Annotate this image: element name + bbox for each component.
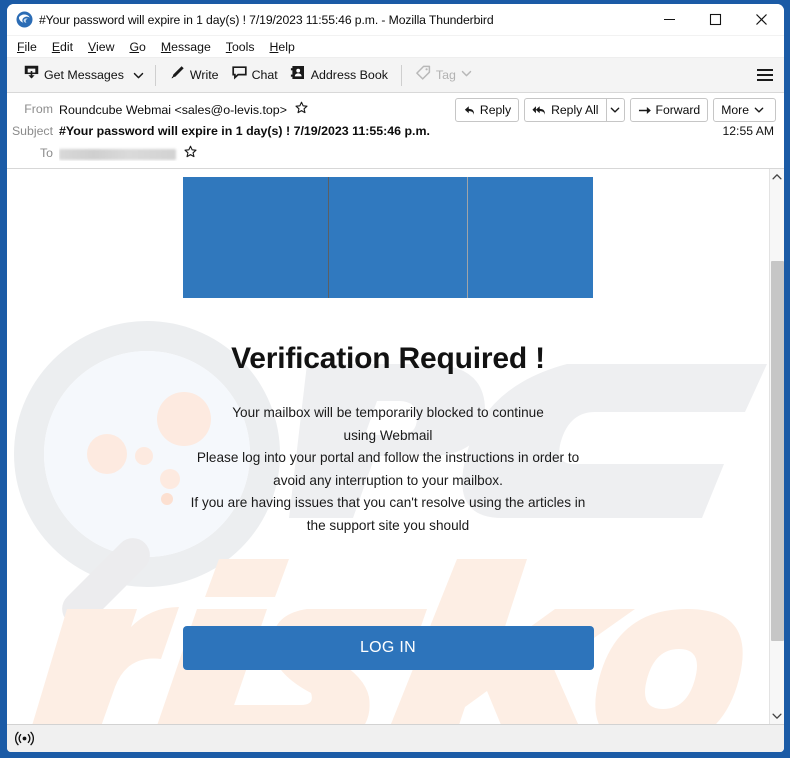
- scrollbar-track[interactable]: [770, 185, 785, 708]
- star-icon-to[interactable]: [184, 145, 197, 158]
- message-scrollbar[interactable]: [769, 169, 784, 724]
- to-redacted-recipient: [59, 149, 176, 161]
- window-body: #Your password will expire in 1 day(s) !…: [7, 4, 784, 752]
- menu-item-go[interactable]: Go: [129, 40, 145, 54]
- subject-value: #Your password will expire in 1 day(s) !…: [59, 124, 430, 138]
- window-frame: #Your password will expire in 1 day(s) !…: [0, 0, 790, 758]
- body-line: Please log into your portal and follow t…: [196, 450, 580, 466]
- close-icon: [755, 14, 767, 25]
- scrollbar-thumb[interactable]: [770, 261, 784, 641]
- menu-item-view[interactable]: View: [88, 40, 114, 54]
- thunderbird-icon: [16, 11, 33, 28]
- chevron-up-icon: [772, 174, 782, 180]
- get-messages-label: Get Messages: [44, 68, 124, 82]
- broken-image-banner: [182, 177, 594, 298]
- star-icon-from[interactable]: [295, 101, 308, 114]
- body-line: the support site you should: [306, 517, 470, 533]
- message-body: Verification Required ! Your mailbox wil…: [7, 169, 769, 724]
- main-toolbar: Get Messages Write Chat Address Book Tag: [7, 58, 784, 93]
- message-timestamp: 12:55 AM: [722, 124, 775, 138]
- reply-button[interactable]: Reply: [454, 98, 520, 122]
- hamburger-bar: [757, 69, 773, 71]
- close-button[interactable]: [738, 4, 784, 36]
- hamburger-menu-icon[interactable]: [752, 62, 778, 88]
- maximize-button[interactable]: [692, 4, 738, 36]
- chevron-down-icon: [134, 72, 144, 78]
- toolbar-separator-2: [400, 64, 402, 86]
- write-button[interactable]: Write: [163, 62, 225, 89]
- body-line: Your mailbox will be temporarily blocked…: [232, 405, 544, 420]
- banner-segment-3: [467, 177, 593, 298]
- reply-all-icon: [532, 105, 546, 115]
- status-bar: [7, 724, 784, 752]
- reply-all-split: Reply All: [524, 98, 625, 122]
- banner-segment-1: [182, 177, 328, 298]
- tag-label: Tag: [435, 68, 456, 82]
- log-in-button[interactable]: LOG IN: [182, 625, 594, 670]
- reply-icon: [464, 105, 474, 115]
- scroll-up-button[interactable]: [770, 169, 785, 185]
- reply-all-button[interactable]: Reply All: [524, 98, 606, 122]
- pencil-icon: [169, 64, 186, 86]
- more-button[interactable]: More: [713, 98, 776, 122]
- menu-item-message[interactable]: Message: [161, 40, 211, 54]
- chevron-down-icon: [754, 105, 768, 115]
- header-row-subject: Subject #Your password will expire in 1 …: [7, 120, 784, 142]
- message-actions: Reply Reply All Forward More: [450, 98, 776, 122]
- page-title: Verification Required !: [231, 342, 545, 375]
- write-label: Write: [189, 68, 219, 82]
- maximize-icon: [709, 13, 721, 26]
- forward-button[interactable]: Forward: [629, 98, 709, 122]
- forward-arrow-icon: [638, 106, 651, 114]
- menu-item-edit[interactable]: Edit: [52, 40, 73, 54]
- chat-label: Chat: [251, 68, 278, 82]
- email-content: Verification Required ! Your mailbox wil…: [7, 177, 769, 670]
- address-book-button[interactable]: Address Book: [284, 62, 394, 89]
- message-body-pane: Verification Required ! Your mailbox wil…: [7, 169, 784, 724]
- get-messages-button[interactable]: Get Messages: [17, 62, 130, 89]
- to-label: To: [40, 146, 53, 160]
- address-book-label: Address Book: [310, 68, 388, 82]
- menu-bar: File Edit View Go Message Tools Help: [7, 36, 784, 58]
- body-paragraph: Your mailbox will be temporarily blocked…: [7, 402, 769, 538]
- message-header: From Roundcube Webmai <sales@o-levis.top…: [7, 93, 784, 169]
- title-bar: #Your password will expire in 1 day(s) !…: [7, 4, 784, 36]
- forward-label: Forward: [655, 103, 701, 117]
- window-title: #Your password will expire in 1 day(s) !…: [39, 12, 494, 27]
- minimize-button[interactable]: [646, 4, 692, 36]
- tag-button[interactable]: Tag: [409, 62, 478, 89]
- tag-dropdown-icon[interactable]: [461, 66, 472, 84]
- address-book-icon: [290, 64, 307, 86]
- banner-segment-2: [327, 177, 468, 298]
- tag-icon: [415, 64, 432, 86]
- subject-label: Subject: [11, 124, 53, 138]
- hamburger-bar: [757, 79, 773, 81]
- chevron-down-icon: [772, 713, 782, 719]
- chat-bubble-icon: [231, 64, 248, 86]
- body-line: using Webmail: [343, 427, 433, 443]
- toolbar-separator-1: [154, 64, 156, 86]
- reply-all-dropdown[interactable]: [605, 98, 625, 122]
- hamburger-bar: [757, 74, 773, 76]
- get-messages-icon: [23, 64, 40, 86]
- to-value: [59, 145, 776, 161]
- reply-all-label: Reply All: [551, 103, 599, 117]
- chevron-down-icon: [610, 107, 620, 113]
- get-messages-dropdown[interactable]: [130, 62, 148, 88]
- minimize-icon: [663, 18, 675, 21]
- body-line: avoid any interruption to your mailbox.: [273, 472, 503, 488]
- header-row-to: To: [7, 142, 784, 164]
- from-text: Roundcube Webmai <sales@o-levis.top>: [59, 103, 287, 117]
- body-line: If you are having issues that you can't …: [190, 495, 586, 511]
- chat-button[interactable]: Chat: [225, 62, 284, 89]
- menu-item-tools[interactable]: Tools: [226, 40, 255, 54]
- scroll-down-button[interactable]: [770, 708, 785, 724]
- from-label: From: [24, 102, 53, 116]
- menu-item-file[interactable]: File: [17, 40, 37, 54]
- menu-item-help[interactable]: Help: [270, 40, 295, 54]
- more-label: More: [721, 103, 749, 117]
- reply-label: Reply: [479, 103, 512, 117]
- broadcast-icon[interactable]: [15, 731, 34, 746]
